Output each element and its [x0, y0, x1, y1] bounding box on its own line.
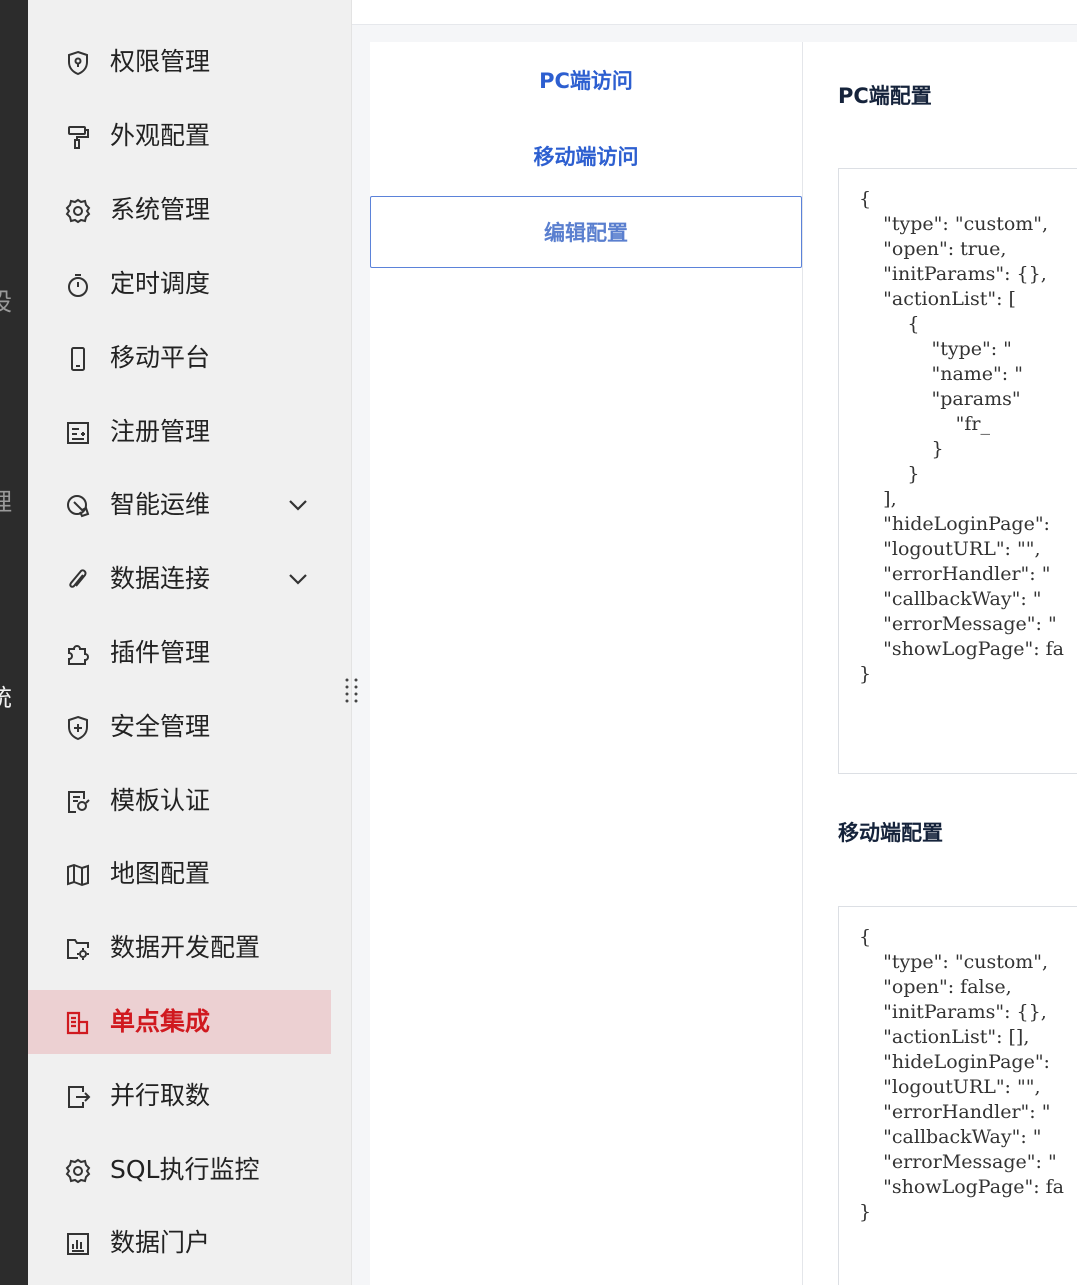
sidebar-border: [351, 0, 352, 1285]
sidebar-item-security[interactable]: 安全管理: [28, 695, 331, 759]
mobile-config-editor[interactable]: { "type": "custom", "open": false, "init…: [838, 906, 1077, 1285]
export-icon: [65, 1084, 91, 1110]
register-icon: [65, 420, 91, 446]
config-content: PC端配置 { "type": "custom", "open": true, …: [803, 42, 1077, 1285]
map-icon: [65, 862, 91, 888]
sidebar-item-label: 注册管理: [110, 417, 211, 446]
gear-icon: [65, 198, 91, 224]
sidebar-item-label: 安全管理: [110, 712, 211, 741]
sidebar-item-data-portal[interactable]: 数据门户: [28, 1211, 331, 1275]
collapsed-nav-rail: 设 理 统: [0, 0, 28, 1285]
paint-roller-icon: [65, 124, 91, 150]
rail-label-2[interactable]: 理: [0, 490, 28, 514]
sidebar-item-label: 单点集成: [110, 1007, 211, 1036]
mobile-config-title: 移动端配置: [838, 821, 943, 845]
sidebar-item-label: 数据开发配置: [110, 933, 261, 962]
sidebar-item-map[interactable]: 地图配置: [28, 842, 331, 906]
sidebar-item-sso[interactable]: 单点集成: [28, 990, 331, 1054]
rail-label-1[interactable]: 设: [0, 290, 28, 314]
shield-plus-icon: [65, 715, 91, 741]
sidebar-item-data-connection[interactable]: 数据连接: [28, 547, 331, 611]
sidebar-item-label: SQL执行监控: [110, 1155, 260, 1184]
sidebar-item-system[interactable]: 系统管理: [28, 178, 331, 242]
sidebar-item-template-auth[interactable]: 模板认证: [28, 769, 331, 833]
top-header-bar: [352, 0, 1077, 25]
rail-label-3[interactable]: 统: [0, 686, 28, 710]
sidebar-item-label: 数据连接: [110, 564, 211, 593]
certificate-icon: [65, 789, 91, 815]
sidebar-item-ops[interactable]: 智能运维: [28, 473, 331, 537]
mobile-config-code: { "type": "custom", "open": false, "init…: [859, 926, 1065, 1223]
sidebar-item-label: 并行取数: [110, 1081, 211, 1110]
tab-pc-access[interactable]: PC端访问: [370, 44, 802, 116]
sidebar-item-label: 智能运维: [110, 490, 211, 519]
paperclip-icon: [65, 567, 91, 593]
sso-tab-panel: PC端访问 移动端访问 编辑配置: [370, 42, 803, 1285]
drag-handle-icon[interactable]: [342, 676, 362, 706]
chevron-down-icon[interactable]: [286, 569, 310, 589]
sidebar-item-label: 定时调度: [110, 269, 211, 298]
sidebar-item-plugins[interactable]: 插件管理: [28, 621, 331, 685]
stopwatch-icon: [65, 272, 91, 298]
folder-gear-icon: [65, 936, 91, 962]
tab-edit-config[interactable]: 编辑配置: [370, 196, 802, 268]
tab-mobile-access[interactable]: 移动端访问: [370, 120, 802, 192]
pc-config-code: { "type": "custom", "open": true, "initP…: [859, 188, 1065, 685]
gear-icon: [65, 1158, 91, 1184]
chart-icon: [65, 1231, 91, 1257]
sidebar-item-label: 系统管理: [110, 195, 211, 224]
wrench-icon: [65, 493, 91, 519]
sidebar-item-permissions[interactable]: 权限管理: [28, 30, 331, 94]
sidebar-item-appearance[interactable]: 外观配置: [28, 104, 331, 168]
sidebar-item-label: 模板认证: [110, 786, 211, 815]
sidebar-item-scheduler[interactable]: 定时调度: [28, 252, 331, 316]
sidebar: 权限管理 外观配置 系统管理 定时调度 移动平台 注册管理 智能运维 数据连接 …: [28, 0, 351, 1285]
chevron-down-icon[interactable]: [286, 495, 310, 515]
sidebar-item-label: 插件管理: [110, 638, 211, 667]
sidebar-item-label: 地图配置: [110, 859, 211, 888]
sso-icon: [65, 1010, 91, 1036]
sidebar-item-sql-monitor[interactable]: SQL执行监控: [28, 1138, 331, 1202]
sidebar-item-mobile-platform[interactable]: 移动平台: [28, 326, 331, 390]
sidebar-item-label: 外观配置: [110, 121, 211, 150]
puzzle-icon: [65, 641, 91, 667]
mobile-icon: [65, 346, 91, 372]
sidebar-item-label: 权限管理: [110, 47, 211, 76]
shield-lock-icon: [65, 50, 91, 76]
sidebar-item-registration[interactable]: 注册管理: [28, 400, 331, 464]
sidebar-item-data-dev[interactable]: 数据开发配置: [28, 916, 331, 980]
sidebar-item-parallel-fetch[interactable]: 并行取数: [28, 1064, 331, 1128]
pc-config-title: PC端配置: [838, 84, 932, 108]
sidebar-item-label: 移动平台: [110, 343, 211, 372]
sidebar-item-label: 数据门户: [110, 1228, 211, 1257]
pc-config-editor[interactable]: { "type": "custom", "open": true, "initP…: [838, 168, 1077, 774]
